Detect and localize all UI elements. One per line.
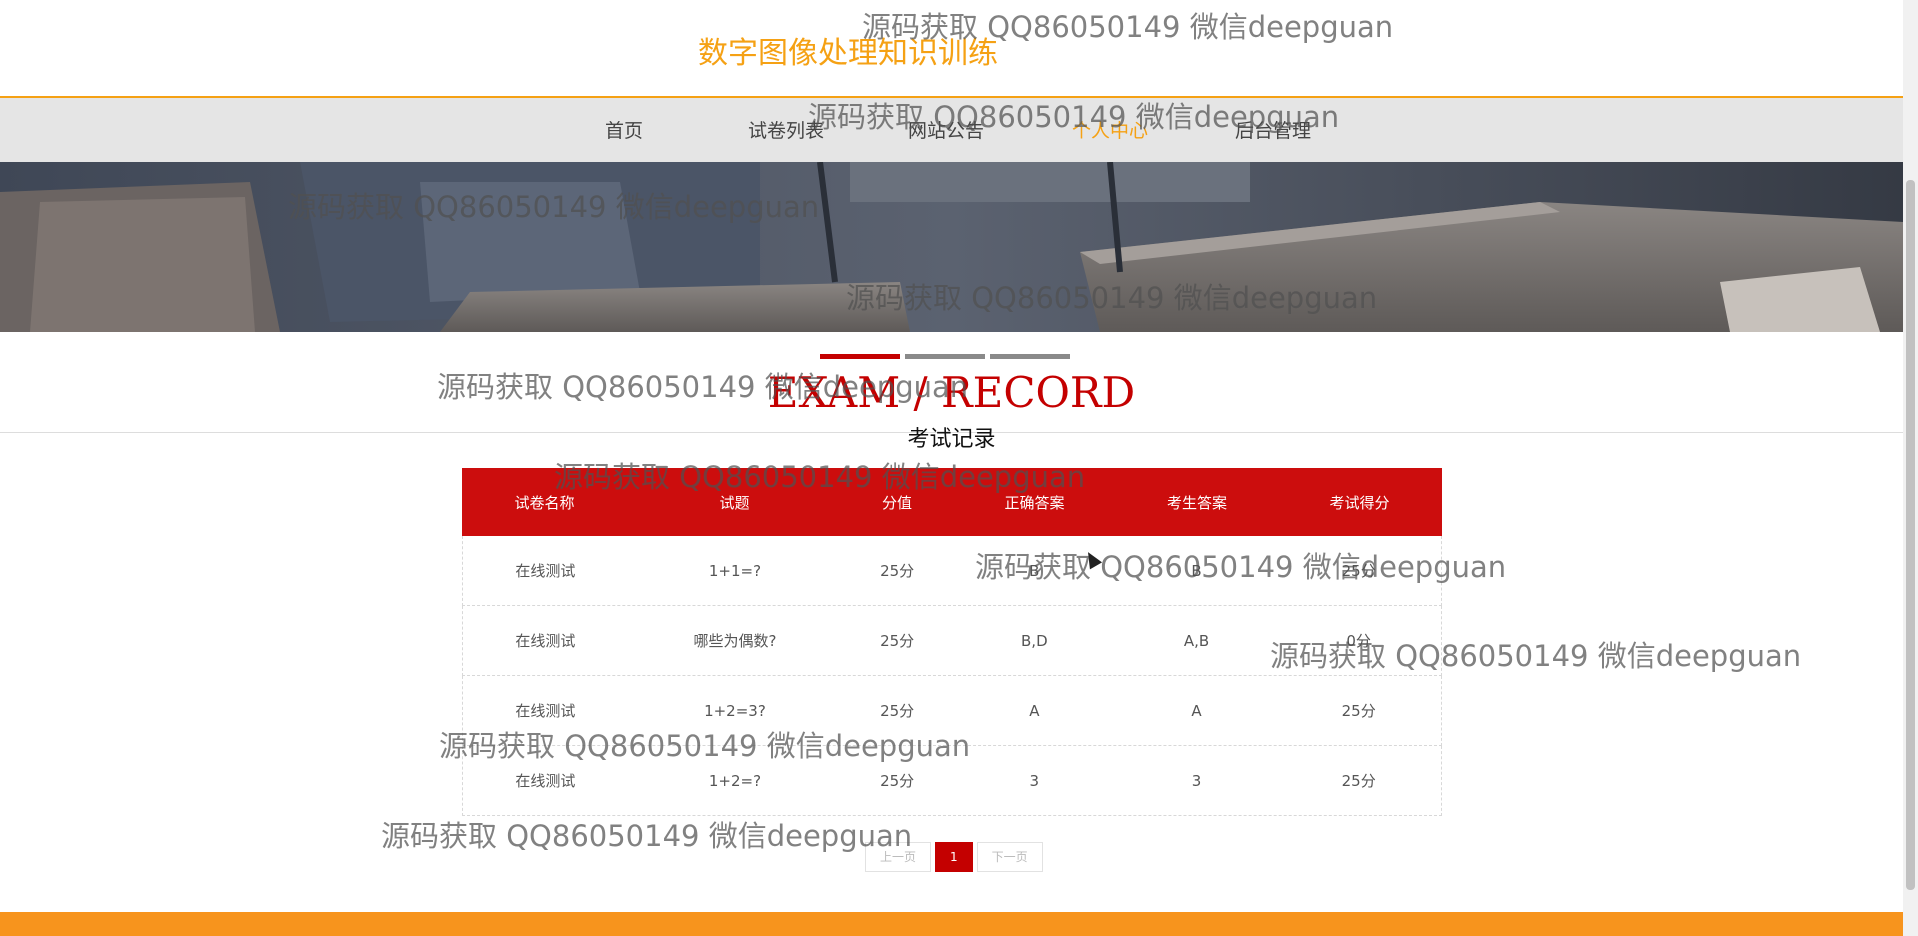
footer-bar bbox=[0, 912, 1903, 936]
cell-points: 25分 bbox=[880, 632, 915, 650]
table-row: 在线测试 哪些为偶数? 25分 B,D A,B 0分 bbox=[462, 606, 1442, 676]
col-header-examinee-answer: 考生答案 bbox=[1166, 493, 1227, 512]
section-title-en: EXAM / RECORD bbox=[767, 368, 1136, 417]
cell-question: 1+1=? bbox=[708, 561, 762, 580]
table-row: 在线测试 1+2=3? 25分 A A 25分 bbox=[462, 676, 1442, 746]
exam-record-table: 试卷名称 试题 分值 正确答案 考生答案 考试得分 在线测试 1+1=? 25分… bbox=[462, 468, 1442, 816]
table-row: 在线测试 1+1=? 25分 B B 25分 bbox=[462, 536, 1442, 606]
cell-examinee-answer: 3 bbox=[1191, 771, 1202, 790]
cell-examinee-answer: A,B bbox=[1183, 631, 1210, 650]
scrollbar-thumb[interactable] bbox=[1906, 180, 1915, 890]
page: 数字图像处理知识训练 首页 试卷列表 网站公告 个人中心 后台管理 EXAM /… bbox=[0, 0, 1903, 936]
cell-examinee-answer: A bbox=[1191, 701, 1202, 720]
carousel-indicators bbox=[0, 354, 1903, 360]
nav-item-admin[interactable]: 后台管理 bbox=[1235, 116, 1311, 143]
cell-score: 0分 bbox=[1346, 632, 1371, 650]
col-header-question: 试题 bbox=[719, 493, 750, 512]
table-row: 在线测试 1+2=? 25分 3 3 25分 bbox=[462, 746, 1442, 816]
nav-item-exam-list[interactable]: 试卷列表 bbox=[748, 116, 824, 143]
cell-score: 25分 bbox=[1341, 772, 1376, 790]
cell-correct-answer: 3 bbox=[1029, 771, 1040, 790]
nav-item-home[interactable]: 首页 bbox=[605, 116, 643, 143]
cell-examinee-answer: B bbox=[1191, 561, 1202, 580]
pagination: 上一页 1 下一页 bbox=[865, 842, 1043, 872]
prev-page-button[interactable]: 上一页 bbox=[865, 842, 932, 872]
nav-item-notice[interactable]: 网站公告 bbox=[908, 116, 984, 143]
cell-points: 25分 bbox=[880, 772, 915, 790]
banner-illustration bbox=[0, 162, 1903, 332]
table-header: 试卷名称 试题 分值 正确答案 考生答案 考试得分 bbox=[462, 468, 1442, 536]
site-title[interactable]: 数字图像处理知识训练 bbox=[698, 28, 998, 72]
next-page-button[interactable]: 下一页 bbox=[976, 842, 1043, 872]
cell-score: 25分 bbox=[1341, 702, 1376, 720]
cell-paper-name: 在线测试 bbox=[515, 772, 576, 790]
cell-correct-answer: A bbox=[1029, 701, 1040, 720]
carousel-dot-3[interactable] bbox=[990, 354, 1070, 359]
cell-correct-answer: B,D bbox=[1021, 631, 1048, 650]
cell-paper-name: 在线测试 bbox=[515, 632, 576, 650]
section-title-cn: 考试记录 bbox=[907, 427, 996, 452]
cell-points: 25分 bbox=[880, 702, 915, 720]
banner-image bbox=[0, 162, 1903, 332]
col-header-points: 分值 bbox=[881, 493, 912, 512]
col-header-paper-name: 试卷名称 bbox=[514, 493, 575, 512]
cell-question: 哪些为偶数? bbox=[693, 632, 777, 650]
cell-paper-name: 在线测试 bbox=[515, 702, 576, 720]
col-header-score: 考试得分 bbox=[1329, 493, 1390, 512]
col-header-correct-answer: 正确答案 bbox=[1004, 493, 1065, 512]
cell-points: 25分 bbox=[880, 562, 915, 580]
main-nav: 首页 试卷列表 网站公告 个人中心 后台管理 bbox=[0, 98, 1903, 162]
page-scrollbar[interactable] bbox=[1903, 0, 1918, 936]
carousel-dot-1[interactable] bbox=[820, 354, 900, 359]
cell-score: 25分 bbox=[1341, 562, 1376, 580]
cell-paper-name: 在线测试 bbox=[515, 562, 576, 580]
cell-question: 1+2=? bbox=[708, 771, 762, 790]
carousel-dot-2[interactable] bbox=[905, 354, 985, 359]
cell-question: 1+2=3? bbox=[704, 701, 766, 720]
watermark-text: 源码获取 QQ86050149 微信deepguan bbox=[381, 819, 913, 853]
nav-item-personal-center[interactable]: 个人中心 bbox=[1072, 116, 1148, 143]
page-number-current[interactable]: 1 bbox=[935, 842, 973, 872]
